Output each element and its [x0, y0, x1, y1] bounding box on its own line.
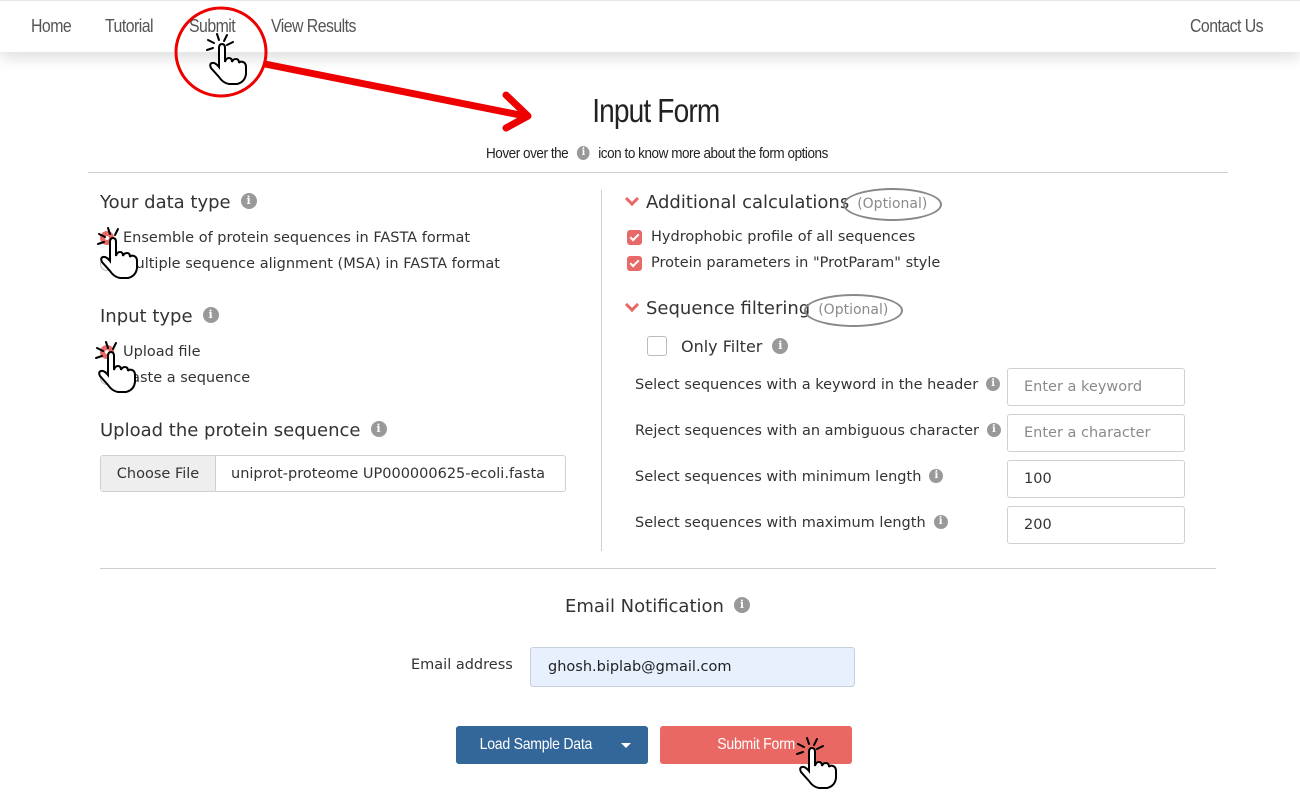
- nav-view-results[interactable]: View Results: [271, 16, 356, 37]
- checkbox[interactable]: [627, 255, 642, 271]
- info-icon[interactable]: i: [772, 338, 789, 354]
- additional-calculations-header[interactable]: Additional calculations (Optional): [624, 188, 943, 221]
- email-input[interactable]: [530, 647, 855, 687]
- checkbox-label: Protein parameters in "ProtParam" style: [651, 255, 941, 271]
- checkbox-only-filter[interactable]: Only Filter i: [647, 336, 789, 356]
- email-label: Email address: [411, 657, 513, 673]
- radio-label: Ensemble of protein sequences in FASTA f…: [123, 230, 471, 246]
- load-sample-label: Load Sample Data: [479, 736, 593, 753]
- min-length-label: Select sequences with minimum length i: [635, 468, 944, 485]
- hint-text-after: icon to know more about the form options: [598, 145, 828, 162]
- top-navbar: Home Tutorial Submit View Results Contac…: [0, 0, 1300, 52]
- hand-pointer-icon: [95, 341, 136, 393]
- checkbox[interactable]: [627, 229, 642, 245]
- info-icon[interactable]: i: [202, 307, 219, 323]
- checkbox-label: Only Filter: [681, 336, 763, 356]
- upload-label: Upload the protein sequence i: [100, 420, 387, 441]
- annotation-ellipse: [843, 188, 943, 221]
- checkbox[interactable]: [647, 336, 667, 356]
- checkbox-hydrophobic-profile[interactable]: Hydrophobic profile of all sequences: [627, 229, 915, 245]
- page-title: Input Form: [592, 92, 720, 129]
- ambiguous-char-label: Reject sequences with an ambiguous chara…: [635, 422, 1001, 439]
- info-icon[interactable]: i: [370, 421, 387, 437]
- hand-pointer-icon: [796, 737, 837, 789]
- keyword-input[interactable]: [1007, 368, 1185, 406]
- column-divider: [601, 190, 602, 551]
- nav-home[interactable]: Home: [31, 16, 72, 37]
- chevron-down-icon[interactable]: [624, 297, 640, 313]
- divider: [100, 568, 1216, 569]
- info-icon[interactable]: i: [240, 193, 257, 209]
- info-icon: i: [576, 145, 590, 160]
- hint-text-before: Hover over the: [486, 145, 569, 162]
- ambiguous-char-input[interactable]: [1007, 414, 1185, 452]
- load-sample-data-button[interactable]: Load Sample Data: [456, 726, 648, 764]
- info-icon[interactable]: i: [986, 376, 1001, 391]
- radio-label: Multiple sequence alignment (MSA) in FAS…: [123, 256, 500, 272]
- checkbox-label: Hydrophobic profile of all sequences: [651, 229, 916, 245]
- sequence-filtering-header[interactable]: Sequence filtering (Optional): [624, 294, 904, 327]
- optional-tag: (Optional): [843, 188, 943, 221]
- submit-form-label: Submit Form: [717, 736, 795, 753]
- chevron-down-icon[interactable]: [624, 191, 640, 207]
- divider: [88, 172, 1228, 173]
- min-length-input[interactable]: [1007, 460, 1185, 498]
- input-type-label: Input type i: [100, 306, 219, 327]
- info-icon[interactable]: i: [929, 468, 944, 483]
- keyword-filter-label: Select sequences with a keyword in the h…: [635, 376, 1001, 393]
- annotation-ellipse: [804, 294, 904, 327]
- hand-pointer-icon: [206, 33, 247, 85]
- choose-file-button[interactable]: Choose File: [101, 456, 216, 491]
- optional-tag: (Optional): [804, 294, 904, 327]
- checkbox-protparam[interactable]: Protein parameters in "ProtParam" style: [627, 255, 940, 271]
- page-hint: Hover over the i icon to know more about…: [0, 145, 1300, 162]
- hand-pointer-icon: [97, 227, 138, 279]
- data-type-label: Your data type i: [100, 192, 257, 213]
- info-icon[interactable]: i: [733, 597, 750, 613]
- selected-file-name: uniprot-proteome UP000000625-ecoli.fasta: [231, 465, 546, 482]
- nav-contact-us[interactable]: Contact Us: [1190, 16, 1264, 37]
- info-icon[interactable]: i: [986, 422, 1001, 437]
- nav-tutorial[interactable]: Tutorial: [105, 16, 154, 37]
- caret-down-icon[interactable]: [621, 743, 631, 748]
- max-length-input[interactable]: [1007, 506, 1185, 544]
- file-upload-input[interactable]: Choose File uniprot-proteome UP000000625…: [100, 455, 566, 492]
- email-notification-title: Email Notification i: [565, 596, 750, 617]
- info-icon[interactable]: i: [933, 514, 948, 529]
- max-length-label: Select sequences with maximum length i: [635, 514, 948, 531]
- radio-msa-fasta[interactable]: Multiple sequence alignment (MSA) in FAS…: [100, 254, 500, 274]
- radio-ensemble-fasta[interactable]: Ensemble of protein sequences in FASTA f…: [100, 228, 470, 248]
